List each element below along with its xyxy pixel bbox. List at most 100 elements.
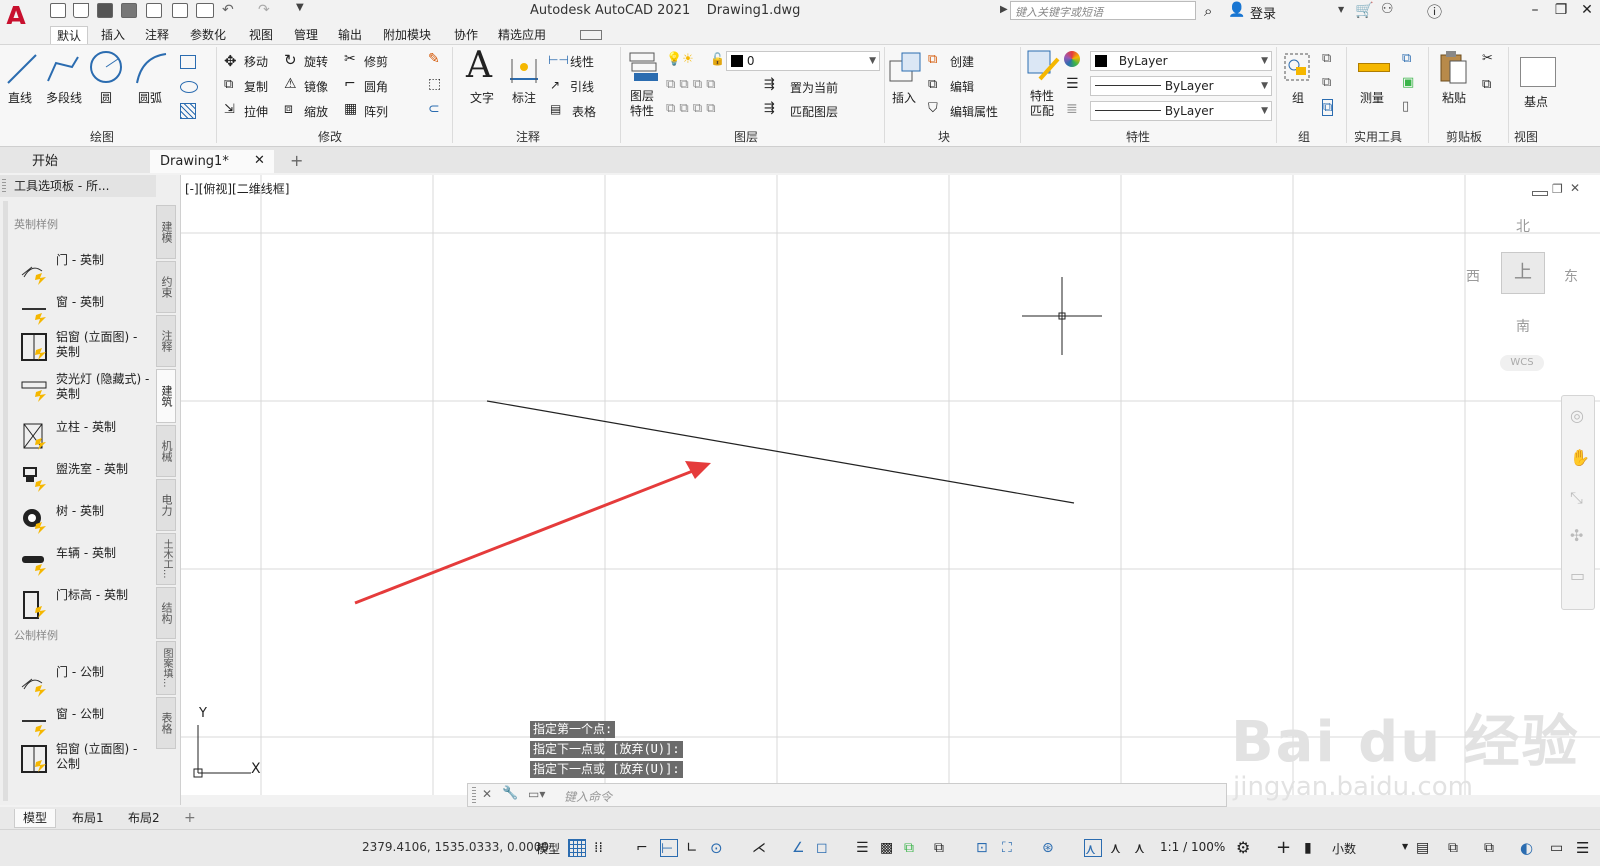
lineweight-toggle-icon[interactable]: ☰: [856, 839, 874, 857]
edit-attr-icon[interactable]: ⛉: [928, 101, 938, 116]
array-label[interactable]: 阵列: [364, 103, 388, 120]
command-line[interactable]: ✕ 🔧 ▭▾ 键入命令: [467, 783, 1227, 807]
arc-label[interactable]: 圆弧: [138, 89, 162, 106]
vtab-civil[interactable]: 土木工...: [156, 533, 176, 585]
layer-dropdown[interactable]: 0 ▼: [726, 51, 880, 71]
polar-tracking-icon[interactable]: ⊙: [710, 839, 728, 857]
tab-featured[interactable]: 精选应用: [492, 26, 552, 44]
copy-clip-icon[interactable]: ⧉: [1482, 77, 1491, 92]
edit-block-icon[interactable]: ⧉: [928, 77, 937, 92]
base-label[interactable]: 基点: [1524, 93, 1548, 110]
ribbon-toggle-icon[interactable]: [580, 30, 602, 40]
command-close-icon[interactable]: ✕: [482, 787, 492, 801]
circle-label[interactable]: 圆: [100, 89, 112, 106]
gizmo-icon[interactable]: ⊛: [1042, 839, 1060, 857]
palette-item-door-elevation-imperial[interactable]: 门标高 - 英制: [20, 588, 152, 624]
tab-annotate[interactable]: 注释: [139, 26, 175, 44]
match-properties-label[interactable]: 特性 匹配: [1030, 89, 1060, 119]
minimize-icon[interactable]: –: [1524, 1, 1546, 19]
offset-icon[interactable]: ⊂: [428, 101, 440, 117]
customize-quick-access-icon[interactable]: ▼: [296, 2, 304, 13]
plot-icon[interactable]: [196, 3, 214, 18]
copy-icon[interactable]: ⧉: [224, 77, 233, 92]
selection-cycling-icon[interactable]: ⧉: [904, 839, 922, 857]
match-layer-icon[interactable]: ⇶: [764, 101, 775, 116]
hatch-icon[interactable]: [180, 103, 196, 119]
workspace-gear-icon[interactable]: ⚙: [1236, 839, 1254, 857]
tab-model[interactable]: 模型: [14, 809, 57, 828]
rotate-icon[interactable]: ↻: [284, 51, 297, 69]
palette-item-door-imperial[interactable]: 门 - 英制: [20, 253, 152, 289]
grid-toggle-icon[interactable]: [568, 839, 586, 857]
save-icon[interactable]: [97, 3, 113, 18]
customization-menu-icon[interactable]: ☰: [1576, 839, 1594, 857]
fillet-icon[interactable]: ⌐: [344, 76, 356, 92]
palette-item-tree-imperial[interactable]: 树 - 英制: [20, 504, 152, 540]
user-icon[interactable]: 👤: [1228, 2, 1245, 18]
auto-scale-icon[interactable]: ⋏: [1110, 839, 1128, 857]
scale-readout[interactable]: 1:1 / 100%: [1160, 840, 1225, 854]
units-icon[interactable]: ▮: [1304, 839, 1322, 857]
arc-icon[interactable]: [134, 51, 168, 85]
trim-icon[interactable]: ✂: [344, 51, 356, 67]
move-icon[interactable]: ✥: [224, 52, 237, 70]
rotate-label[interactable]: 旋转: [304, 53, 328, 70]
add-layout-icon[interactable]: +: [176, 809, 204, 827]
vtab-mechanical[interactable]: 机械: [156, 425, 176, 477]
units-dropdown-icon[interactable]: ▼: [1402, 842, 1408, 851]
clipboard-panel-title[interactable]: 剪贴板: [1446, 128, 1482, 145]
line-label[interactable]: 直线: [8, 89, 32, 106]
vtab-architectural[interactable]: 建筑: [156, 369, 176, 423]
palette-grip-icon[interactable]: [2, 179, 6, 193]
draw-panel-title[interactable]: 绘图: [90, 128, 114, 145]
array-icon[interactable]: ▦: [344, 101, 357, 117]
match-properties-icon[interactable]: [1026, 49, 1060, 85]
viewcube-west[interactable]: 西: [1466, 266, 1480, 286]
measure-label[interactable]: 测量: [1360, 89, 1384, 106]
infer-constraints-icon[interactable]: ⌐: [636, 839, 654, 857]
polyline-icon[interactable]: [46, 53, 80, 85]
connect-icon[interactable]: ⚇: [1381, 1, 1394, 17]
open-file-icon[interactable]: [73, 3, 89, 18]
object-snap-tracking-icon[interactable]: ∠: [792, 839, 810, 857]
tab-addins[interactable]: 附加模块: [377, 26, 437, 44]
scale-icon[interactable]: ⧈: [284, 101, 293, 117]
match-layer-label[interactable]: 匹配图层: [790, 103, 838, 120]
color-dropdown[interactable]: ByLayer ▼: [1090, 51, 1272, 71]
insert-label[interactable]: 插入: [892, 89, 916, 106]
command-customize-icon[interactable]: 🔧: [502, 786, 518, 801]
palette-item-vehicle-imperial[interactable]: 车辆 - 英制: [20, 546, 152, 582]
base-view-icon[interactable]: [1520, 57, 1556, 87]
layer-properties-icon[interactable]: [626, 49, 658, 85]
3d-osnap-icon[interactable]: ⧉: [934, 839, 952, 857]
move-label[interactable]: 移动: [244, 53, 268, 70]
utilities-panel-title[interactable]: 实用工具: [1354, 128, 1402, 145]
cut-icon[interactable]: ✂: [1482, 51, 1493, 66]
new-file-icon[interactable]: [50, 3, 66, 18]
tab-collaborate[interactable]: 协作: [448, 26, 484, 44]
layer-properties-label[interactable]: 图层 特性: [630, 89, 660, 119]
stretch-icon[interactable]: ⇲: [224, 102, 235, 117]
clean-screen-icon[interactable]: ▭: [1550, 839, 1568, 857]
coordinates-readout[interactable]: 2379.4106, 1535.0333, 0.0000: [362, 840, 549, 854]
cart-icon[interactable]: 🛒: [1355, 1, 1374, 19]
erase-icon[interactable]: ✎: [428, 51, 440, 67]
lineweight-dropdown[interactable]: ByLayer ▼: [1090, 101, 1272, 121]
dimension-icon[interactable]: [508, 53, 540, 85]
set-current-icon[interactable]: ⇶: [764, 77, 775, 92]
help-icon[interactable]: ⓘ: [1427, 1, 1442, 22]
layer-tools-icons-2[interactable]: ⧉ ⧉ ⧉ ⧉: [666, 101, 716, 116]
showmotion-icon[interactable]: ▭: [1570, 566, 1585, 585]
group-select-icon[interactable]: ⧉: [1322, 99, 1334, 116]
leader-icon[interactable]: ↗: [550, 78, 560, 92]
trim-label[interactable]: 修剪: [364, 53, 388, 70]
tab-view[interactable]: 视图: [243, 26, 279, 44]
paste-label[interactable]: 粘贴: [1442, 89, 1466, 106]
viewport-controls-label[interactable]: [-][俯视][二维线框]: [185, 180, 289, 197]
table-label[interactable]: 表格: [572, 103, 596, 120]
new-tab-icon[interactable]: +: [290, 151, 303, 170]
edit-label[interactable]: 编辑: [950, 78, 974, 95]
explode-icon[interactable]: ⬚: [428, 76, 441, 92]
dimension-label[interactable]: 标注: [512, 89, 536, 106]
search-input[interactable]: 键入关键字或短语: [1010, 1, 1196, 20]
